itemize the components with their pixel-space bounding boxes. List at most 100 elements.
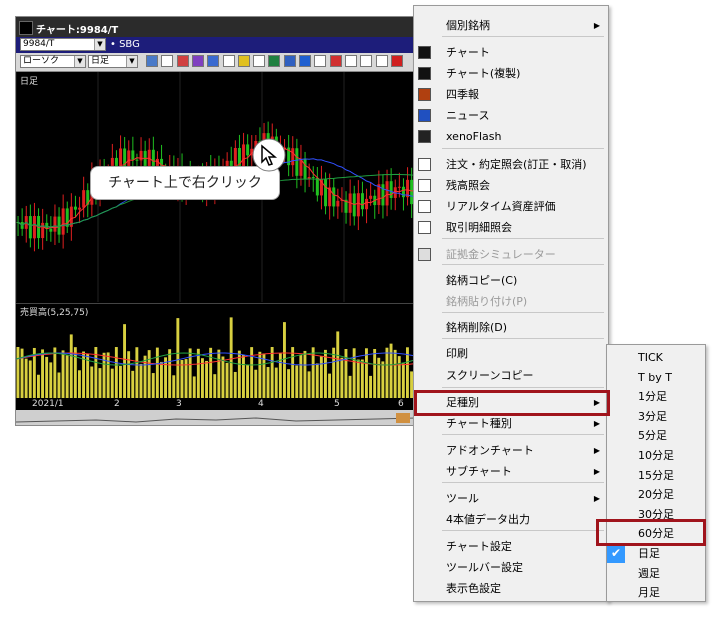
period-select[interactable]: 日足 ▼ xyxy=(88,55,138,68)
menu-item[interactable]: 個別銘柄 ▶ xyxy=(414,15,608,36)
candle xyxy=(360,181,364,217)
menu-item[interactable]: 注文・約定照会(訂正・取消) xyxy=(414,154,608,175)
volume-bar xyxy=(180,360,184,399)
menu-item[interactable]: ニュース xyxy=(414,105,608,126)
volume-bar xyxy=(110,368,114,399)
menu-item-label: 証拠金シミュレーター xyxy=(446,248,556,261)
submenu-item[interactable]: 10分足 xyxy=(607,446,705,466)
tool-icon[interactable] xyxy=(344,55,357,67)
menu-item[interactable]: 銘柄削除(D) xyxy=(414,317,608,338)
submenu-item[interactable]: 週足 xyxy=(607,564,705,584)
volume-bar xyxy=(123,324,126,399)
search-icon[interactable] xyxy=(191,55,204,67)
menu-item[interactable]: アドオンチャート ▶ xyxy=(414,440,608,461)
submenu-item[interactable]: ✔ 日足 xyxy=(607,544,705,564)
candle xyxy=(315,167,319,202)
table-icon[interactable] xyxy=(314,55,327,67)
chart-icon xyxy=(418,46,431,59)
settings-icon[interactable] xyxy=(329,55,342,67)
submenu-item[interactable]: T by T xyxy=(607,368,705,388)
menu-item[interactable]: 残高照会 xyxy=(414,175,608,196)
candle xyxy=(393,179,397,211)
submenu-item[interactable]: 3分足 xyxy=(607,407,705,427)
volume-bar xyxy=(61,350,65,399)
window-titlebar[interactable]: チャート:9984/T xyxy=(16,17,426,37)
menu-item[interactable]: チャート設定 xyxy=(414,536,608,557)
chart-duplicate-icon xyxy=(418,67,431,80)
tool-icon[interactable] xyxy=(375,55,388,67)
chevron-down-icon[interactable]: ▼ xyxy=(94,39,105,50)
chart-toolbar: ローソク ▼ 日足 ▼ xyxy=(16,53,426,72)
volume-bar xyxy=(246,364,249,399)
volume-bar xyxy=(221,356,225,399)
menu-item-label: サブチャート xyxy=(446,465,512,478)
grid-icon[interactable] xyxy=(207,55,220,67)
menu-item-label: チャート(複製) xyxy=(446,67,521,80)
tool-icon[interactable] xyxy=(360,55,373,67)
volume-bar xyxy=(332,347,336,399)
tool-icon[interactable] xyxy=(176,55,189,67)
submenu-item-label: 日足 xyxy=(638,547,660,560)
menu-item[interactable]: サブチャート ▶ xyxy=(414,461,608,482)
submenu-item[interactable]: 5分足 xyxy=(607,426,705,446)
candle xyxy=(69,193,73,241)
menu-item[interactable]: リアルタイム資産評価 xyxy=(414,196,608,217)
menu-item[interactable]: チャート(複製) xyxy=(414,63,608,84)
line-icon[interactable] xyxy=(283,55,296,67)
menu-separator xyxy=(442,148,604,149)
menu-item[interactable]: チャート種別 ▶ xyxy=(414,413,608,434)
menu-item[interactable]: 四季報 xyxy=(414,84,608,105)
volume-bar xyxy=(393,349,397,399)
volume-bar xyxy=(266,367,270,399)
candle xyxy=(49,216,53,242)
volume-bar xyxy=(299,354,303,399)
candle xyxy=(287,134,291,177)
submenu-item[interactable]: 月足 xyxy=(607,583,705,603)
submenu-item[interactable]: 1分足 xyxy=(607,387,705,407)
menu-item[interactable]: スクリーンコピー xyxy=(414,365,608,386)
draw-icon[interactable] xyxy=(268,55,281,67)
volume-bar xyxy=(340,357,344,399)
volume-bar xyxy=(139,363,143,399)
menu-item[interactable]: ツール ▶ xyxy=(414,488,608,509)
chart-navigator[interactable] xyxy=(16,410,426,426)
submenu-arrow-icon: ▶ xyxy=(593,467,600,476)
volume-bar xyxy=(172,375,176,399)
submenu-item[interactable]: 15分足 xyxy=(607,466,705,486)
volume-bar xyxy=(336,331,340,399)
menu-item[interactable]: xenoFlash xyxy=(414,126,608,147)
balance-icon xyxy=(418,179,431,192)
menu-item-label: リアルタイム資産評価 xyxy=(446,200,556,213)
volume-bar xyxy=(53,347,57,399)
submenu-item[interactable]: 20分足 xyxy=(607,485,705,505)
submenu-item-label: 15分足 xyxy=(638,468,674,482)
all-icon[interactable] xyxy=(390,55,403,67)
chart-window[interactable]: チャート:9984/T 9984/T ▼ • SBG ローソク ▼ 日足 ▼ 日… xyxy=(15,16,427,426)
menu-item[interactable]: 表示色設定 xyxy=(414,578,608,599)
menu-item[interactable]: チャート xyxy=(414,42,608,63)
symbol-combo[interactable]: 9984/T ▼ xyxy=(20,38,106,51)
grid-icon[interactable] xyxy=(253,55,266,67)
menu-item[interactable]: ツールバー設定 xyxy=(414,557,608,578)
zoom-icon[interactable] xyxy=(146,55,158,67)
submenu-item[interactable]: TICK xyxy=(607,348,705,368)
bar-icon[interactable] xyxy=(222,55,235,67)
list-icon[interactable] xyxy=(161,55,174,67)
volume-bar xyxy=(168,349,172,399)
volume-bar xyxy=(131,370,135,399)
menu-item[interactable]: 印刷 xyxy=(414,343,608,364)
volume-bar xyxy=(41,349,44,399)
menu-item[interactable]: 取引明細照会 xyxy=(414,217,608,238)
cursor-icon[interactable] xyxy=(299,55,311,67)
chevron-down-icon[interactable]: ▼ xyxy=(74,56,85,67)
warning-icon[interactable] xyxy=(237,55,250,67)
chart-type-select[interactable]: ローソク ▼ xyxy=(20,55,86,68)
chevron-down-icon[interactable]: ▼ xyxy=(126,56,137,67)
volume-bar xyxy=(254,369,258,399)
volume-bar xyxy=(49,362,53,399)
submenu-item-label: T by T xyxy=(638,370,672,384)
candle xyxy=(57,207,61,243)
menu-item-label: チャート種別 xyxy=(446,417,512,430)
menu-item[interactable]: 4本値データ出力 xyxy=(414,509,608,530)
menu-item[interactable]: 銘柄コピー(C) xyxy=(414,270,608,291)
